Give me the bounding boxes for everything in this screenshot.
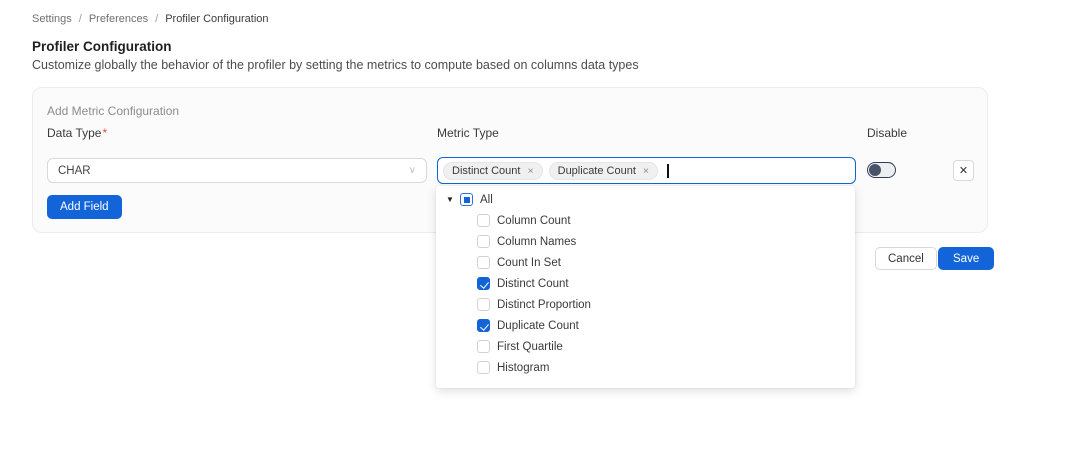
chevron-down-icon: ∨ bbox=[409, 165, 416, 176]
option-checkbox[interactable] bbox=[477, 340, 490, 353]
option-checkbox[interactable] bbox=[477, 319, 490, 332]
metric-tag-label: Distinct Count bbox=[452, 165, 520, 177]
all-checkbox[interactable] bbox=[460, 193, 473, 206]
text-cursor bbox=[667, 164, 669, 178]
data-type-label-text: Data Type bbox=[47, 126, 101, 140]
breadcrumb: Settings / Preferences / Profiler Config… bbox=[32, 13, 269, 25]
dropdown-option-histogram[interactable]: Histogram bbox=[436, 357, 855, 378]
disable-toggle[interactable] bbox=[867, 162, 896, 178]
remove-field-button[interactable]: ✕ bbox=[953, 160, 974, 181]
dropdown-option-label: Histogram bbox=[497, 362, 549, 374]
data-type-selected-value: CHAR bbox=[58, 165, 409, 177]
option-checkbox[interactable] bbox=[477, 277, 490, 290]
dropdown-option-label: All bbox=[480, 194, 493, 206]
data-type-select[interactable]: CHAR ∨ bbox=[47, 158, 427, 183]
save-button[interactable]: Save bbox=[938, 247, 994, 270]
data-type-label: Data Type* bbox=[47, 126, 107, 140]
option-checkbox[interactable] bbox=[477, 256, 490, 269]
dropdown-option-distinct-proportion[interactable]: Distinct Proportion bbox=[436, 294, 855, 315]
add-field-button[interactable]: Add Field bbox=[47, 195, 122, 219]
dropdown-option-distinct-count[interactable]: Distinct Count bbox=[436, 273, 855, 294]
page-subtitle: Customize globally the behavior of the p… bbox=[32, 58, 639, 72]
page-title: Profiler Configuration bbox=[32, 39, 172, 54]
breadcrumb-separator: / bbox=[155, 13, 158, 25]
dropdown-option-label: Distinct Proportion bbox=[497, 299, 591, 311]
metric-tag-duplicate-count: Duplicate Count × bbox=[549, 162, 658, 180]
dropdown-option-label: Column Count bbox=[497, 215, 571, 227]
metric-type-dropdown: ▼ All Column Count Column Names Count In… bbox=[436, 186, 855, 388]
panel-header: Add Metric Configuration bbox=[47, 104, 179, 118]
metric-tag-label: Duplicate Count bbox=[558, 165, 636, 177]
tag-remove-icon[interactable]: × bbox=[527, 165, 533, 177]
dropdown-option-label: Duplicate Count bbox=[497, 320, 579, 332]
dropdown-option-label: First Quartile bbox=[497, 341, 563, 353]
dropdown-option-count-in-set[interactable]: Count In Set bbox=[436, 252, 855, 273]
breadcrumb-preferences[interactable]: Preferences bbox=[89, 13, 148, 25]
required-asterisk: * bbox=[102, 126, 107, 140]
option-checkbox[interactable] bbox=[477, 361, 490, 374]
metric-type-label: Metric Type bbox=[437, 126, 499, 140]
breadcrumb-separator: / bbox=[79, 13, 82, 25]
cancel-button[interactable]: Cancel bbox=[875, 247, 937, 270]
option-checkbox[interactable] bbox=[477, 235, 490, 248]
dropdown-option-label: Column Names bbox=[497, 236, 576, 248]
option-checkbox[interactable] bbox=[477, 214, 490, 227]
metric-tag-distinct-count: Distinct Count × bbox=[443, 162, 543, 180]
dropdown-option-column-names[interactable]: Column Names bbox=[436, 231, 855, 252]
toggle-knob bbox=[869, 164, 881, 176]
dropdown-option-label: Count In Set bbox=[497, 257, 561, 269]
metric-type-multiselect[interactable]: Distinct Count × Duplicate Count × bbox=[437, 157, 856, 184]
tag-remove-icon[interactable]: × bbox=[643, 165, 649, 177]
breadcrumb-settings[interactable]: Settings bbox=[32, 13, 72, 25]
dropdown-option-column-count[interactable]: Column Count bbox=[436, 210, 855, 231]
dropdown-option-label: Distinct Count bbox=[497, 278, 569, 290]
tree-expand-caret-icon[interactable]: ▼ bbox=[446, 196, 458, 204]
dropdown-option-first-quartile[interactable]: First Quartile bbox=[436, 336, 855, 357]
profiler-configuration-page: Settings / Preferences / Profiler Config… bbox=[0, 0, 1072, 450]
dropdown-option-duplicate-count[interactable]: Duplicate Count bbox=[436, 315, 855, 336]
disable-label: Disable bbox=[867, 126, 907, 140]
option-checkbox[interactable] bbox=[477, 298, 490, 311]
breadcrumb-profiler-configuration: Profiler Configuration bbox=[165, 13, 268, 25]
dropdown-option-all[interactable]: ▼ All bbox=[436, 189, 855, 210]
